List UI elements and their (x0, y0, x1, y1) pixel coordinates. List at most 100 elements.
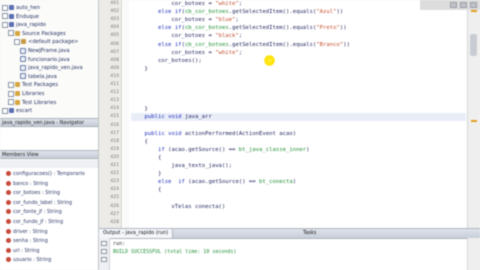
code-line[interactable]: cor_botoes(); (131, 57, 466, 65)
maximize-icon[interactable] (460, 2, 467, 8)
code-area[interactable]: cor_botoes = "white"; else if(cb_cor_bot… (131, 0, 466, 228)
member-item[interactable]: senha : String (6, 237, 48, 245)
line-number: 425 (110, 195, 119, 201)
navigator-header[interactable]: java_rapido_ven.java - Navigator (0, 118, 98, 127)
clear-icon[interactable] (101, 257, 107, 262)
code-line[interactable]: else if (acao.getSource() == bt_conecta) (131, 178, 466, 186)
tree-item[interactable]: funcionario.java (0, 56, 70, 64)
editor-scroll-thumb[interactable] (470, 34, 477, 56)
expand-toggle-icon[interactable] (8, 30, 14, 37)
expand-toggle-icon[interactable] (2, 21, 8, 28)
tree-item-label: Enduque (16, 13, 39, 20)
tree-item[interactable]: tabela.java (0, 73, 57, 81)
minimize-icon[interactable] (450, 2, 457, 8)
member-item[interactable]: usuario : String (6, 256, 51, 264)
output-scrollbar[interactable] (467, 238, 480, 270)
code-line[interactable]: cor_botoes = "white"; (131, 0, 466, 8)
code-line[interactable]: } (131, 170, 466, 178)
code-line[interactable]: java_texto_java(); (131, 162, 466, 170)
tree-item-label: Libraries (22, 91, 45, 97)
code-line[interactable] (131, 89, 466, 97)
expand-toggle-icon[interactable] (8, 81, 14, 88)
code-line[interactable]: cor_botoes = "white"; (131, 49, 466, 57)
members-filter-bar[interactable] (0, 160, 98, 168)
code-line[interactable]: cor_botoes = "blue"; (131, 16, 466, 24)
rerun-icon[interactable] (101, 241, 107, 246)
stop-icon[interactable] (101, 249, 107, 254)
tree-item[interactable]: Source Packages (0, 30, 66, 38)
output-panel: Output - java_rapido (run) Tasks run: BU… (99, 228, 480, 270)
code-line[interactable]: cor_botoes = "black"; (131, 32, 466, 40)
expand-toggle-icon[interactable] (2, 13, 8, 20)
expand-toggle-icon[interactable] (8, 99, 14, 106)
code-line[interactable]: else if(cb_cor_botoes.getSelectedItem().… (131, 24, 466, 32)
line-number: 410 (110, 73, 119, 79)
line-number: 419 (110, 146, 119, 152)
expand-toggle-icon[interactable] (14, 38, 20, 45)
code-line[interactable] (131, 194, 466, 202)
code-line[interactable]: else if(cb_cor_botoes.getSelectedItem().… (131, 41, 466, 49)
code-line[interactable]: { (131, 186, 466, 194)
field-icon (6, 199, 11, 205)
line-number: 428 (110, 219, 119, 225)
expand-toggle-icon[interactable] (8, 90, 14, 97)
java-icon (20, 56, 26, 63)
tab-tasks[interactable]: Tasks (299, 229, 320, 238)
code-line[interactable]: } (131, 65, 466, 73)
code-line[interactable]: } (131, 105, 466, 113)
folder-icon (15, 30, 20, 36)
tree-item[interactable]: Enduque (0, 13, 39, 21)
code-line[interactable] (131, 97, 466, 105)
tree-item[interactable]: java_rapido (0, 21, 46, 29)
error-stripe-marker[interactable] (471, 120, 477, 122)
member-item[interactable]: banco : String (6, 180, 48, 188)
code-line[interactable]: { (131, 138, 466, 146)
field-icon (6, 257, 11, 263)
line-number: 402 (110, 9, 119, 15)
tree-item[interactable]: Test Libraries (0, 99, 56, 107)
member-item[interactable]: configuracoes() : Temporario (6, 170, 85, 178)
fold-margin[interactable] (123, 0, 129, 228)
editor-scrollbar[interactable] (467, 0, 480, 228)
code-line[interactable] (131, 73, 466, 81)
field-icon (6, 247, 11, 253)
close-icon[interactable] (470, 2, 477, 8)
tree-item-label: java_rapido_ven.java (28, 65, 83, 72)
line-number: 415 (110, 114, 119, 120)
tree-item[interactable]: java_rapido_ven.java (0, 64, 83, 72)
tree-item-label: java_rapido (16, 22, 46, 29)
member-item[interactable]: cor_botoes : String (6, 189, 60, 197)
expand-toggle-icon[interactable] (2, 4, 8, 11)
code-line[interactable]: else if(cb_cor_botoes.getSelectedItem().… (131, 8, 466, 16)
code-line[interactable] (131, 219, 466, 227)
line-number: 427 (110, 211, 119, 217)
code-line[interactable]: vTelas conecta() (131, 203, 466, 211)
code-line[interactable] (131, 211, 466, 219)
error-stripe-marker[interactable] (471, 10, 477, 12)
tree-item[interactable]: escart (0, 107, 32, 115)
member-item[interactable]: cor_fundo_label : String (6, 199, 72, 207)
tree-item-label: Test Libraries (22, 99, 57, 106)
member-item[interactable]: cor_fonte_jf : String (6, 208, 62, 216)
code-line[interactable] (131, 122, 466, 130)
tree-item[interactable]: auto_hen (0, 4, 40, 12)
line-number-gutter: 401 402 403 404 405 406 407 408 409 410 411 412 413 4… (99, 0, 122, 228)
member-item[interactable]: cor_fundo_jf : String (6, 218, 63, 226)
expand-toggle-icon[interactable] (2, 107, 8, 114)
tab-output[interactable]: Output - java_rapido (run) (99, 229, 174, 238)
code-line[interactable]: { (131, 154, 466, 162)
code-editor[interactable]: 401 402 403 404 405 406 407 408 409 410 411 412 413 4… (99, 0, 480, 228)
tree-item[interactable]: Test Packages (0, 81, 58, 89)
tree-item[interactable]: Libraries (0, 90, 44, 98)
code-line[interactable] (131, 81, 466, 89)
member-item[interactable]: driver : String (6, 228, 48, 236)
member-item[interactable]: url : String (6, 247, 39, 255)
tree-item[interactable]: <default package> (0, 38, 79, 46)
tree-item[interactable]: NewJFrame.java (0, 47, 70, 55)
ide-content: auto_hen Enduque java_rapido Source Package… (0, 0, 480, 270)
members-view-header[interactable]: Members View (0, 150, 98, 159)
project-tree: auto_hen Enduque java_rapido Source Package… (0, 0, 98, 118)
code-line[interactable]: public void java_arr (131, 113, 466, 122)
code-line[interactable]: if (acao.getSource() == bt_java_classe_i… (131, 146, 466, 154)
code-line[interactable]: public void actionPerformed(ActionEvent … (131, 130, 466, 138)
